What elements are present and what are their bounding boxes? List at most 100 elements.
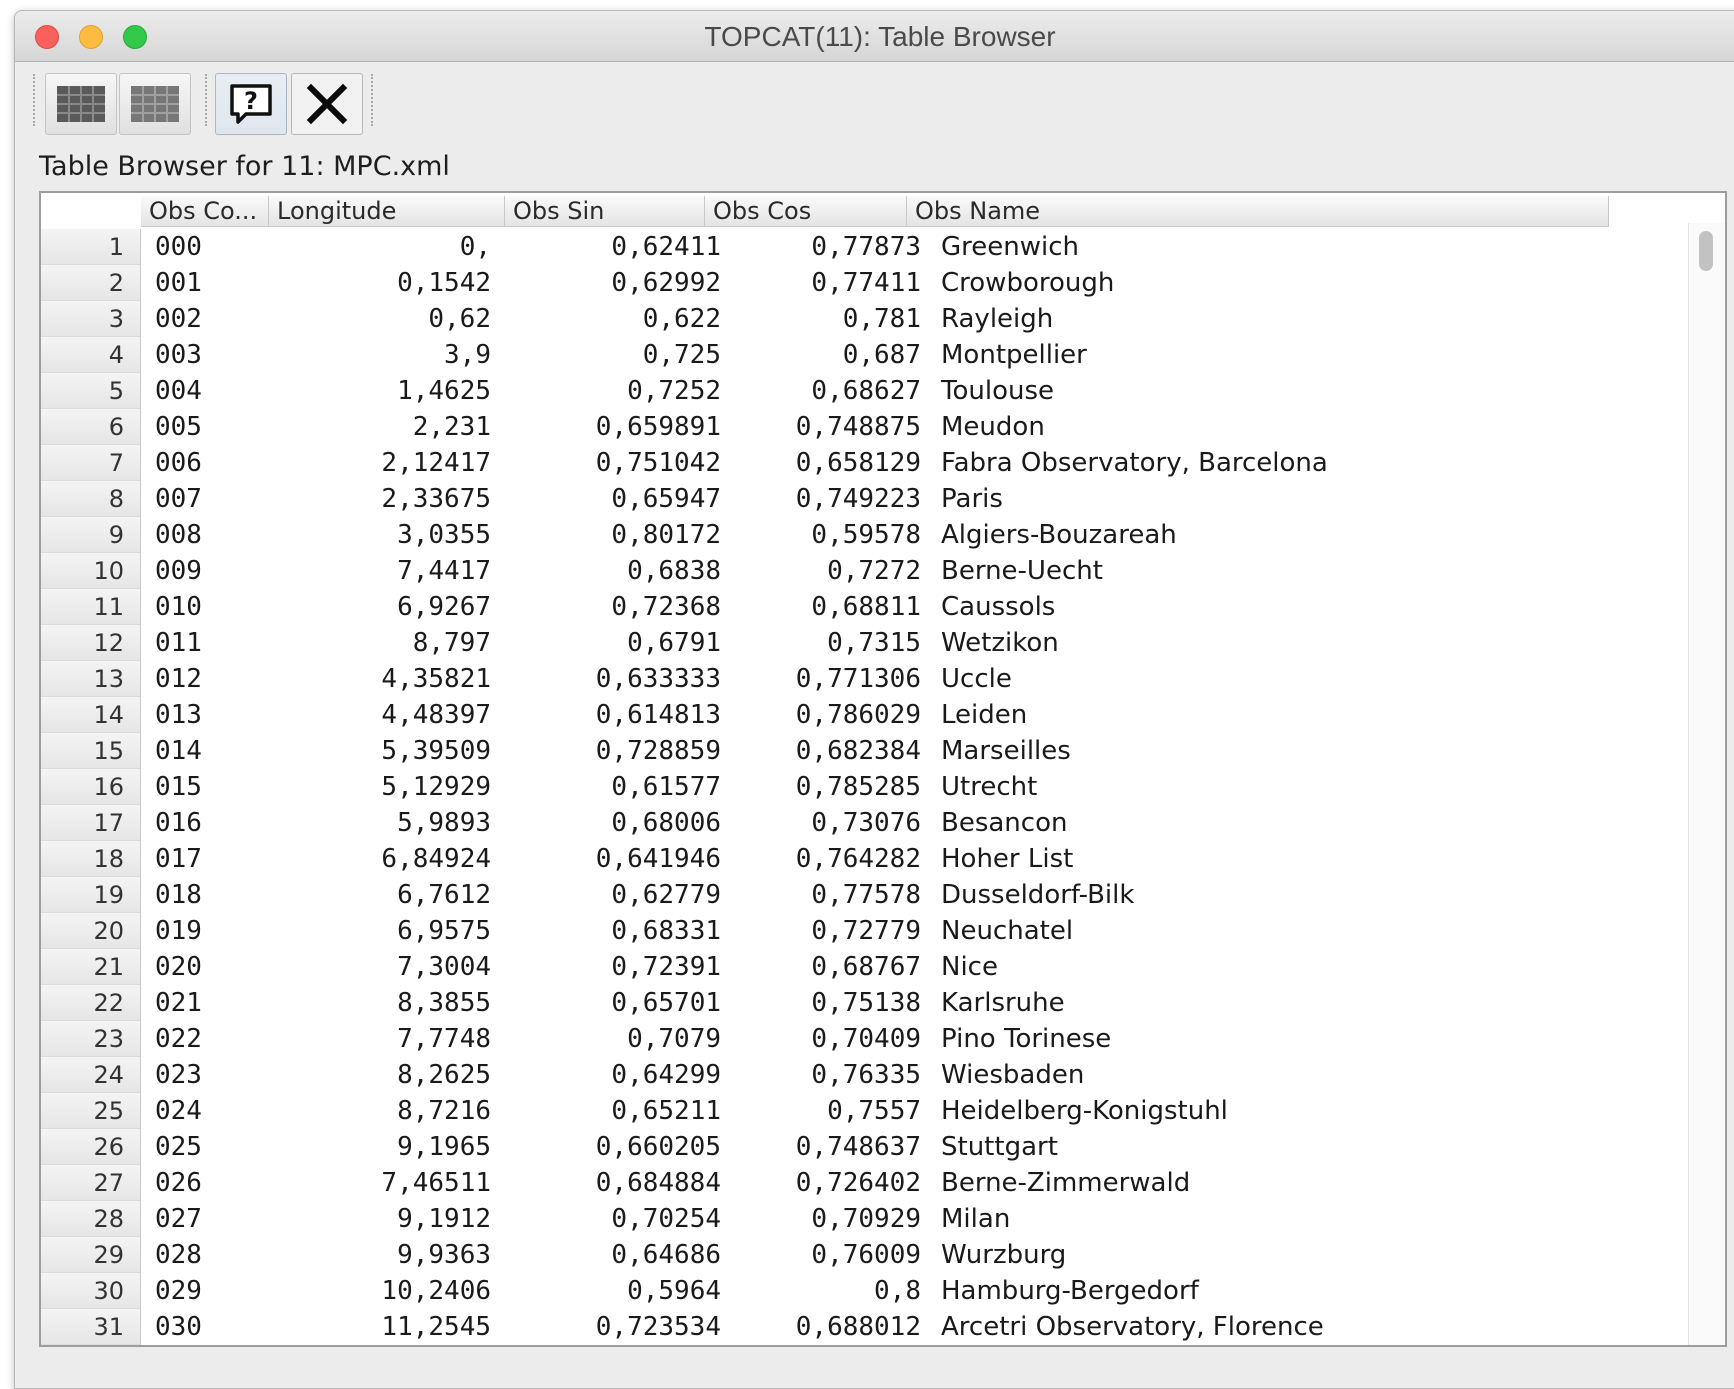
cell-longitude: 8,3855 [397,988,491,1018]
table-row[interactable]: 8 007 2,33675 0,65947 0,749223 Paris [41,481,1681,517]
cell-obs-code: 024 [155,1096,202,1126]
table-row[interactable]: 27 026 7,46511 0,684884 0,726402 Berne-Zimmer… [41,1165,1681,1201]
cell-obs-code: 025 [155,1132,202,1162]
cell-obs-name: Berne-Zimmerwald [941,1168,1191,1198]
table-row[interactable]: 12 011 8,797 0,6791 0,7315 Wetzikon [41,625,1681,661]
toolbar-grip[interactable] [205,74,211,126]
table-row[interactable]: 28 027 9,1912 0,70254 0,70929 Milan [41,1201,1681,1237]
cell-longitude: 8,2625 [397,1060,491,1090]
cell-obs-code: 008 [155,520,202,550]
cell-obs-name: Dusseldorf-Bilk [941,880,1135,910]
table-row[interactable]: 16 015 5,12929 0,61577 0,785285 Utrecht [41,769,1681,805]
cell-obs-cos: 0,68811 [811,592,921,622]
row-number: 12 [41,625,141,661]
toolbar: ? [15,62,1734,138]
table-header: Obs Co... Longitude Obs Sin Obs Cos Obs … [141,196,1609,227]
table-row[interactable]: 19 018 6,7612 0,62779 0,77578 Dusseldorf-Bilk [41,877,1681,913]
row-number: 7 [41,445,141,481]
row-number: 19 [41,877,141,913]
cell-longitude: 1,4625 [397,376,491,406]
column-header-longitude[interactable]: Longitude [269,196,505,226]
table-row[interactable]: 9 008 3,0355 0,80172 0,59578 Algiers-Bouzarea… [41,517,1681,553]
scrollbar-thumb[interactable] [1699,231,1713,271]
cell-obs-code: 002 [155,304,202,334]
toolbar-grip[interactable] [371,74,377,126]
row-number: 28 [41,1201,141,1237]
cell-obs-code: 014 [155,736,202,766]
table-row[interactable]: 4 003 3,9 0,725 0,687 Montpellier [41,337,1681,373]
table-row[interactable]: 18 017 6,84924 0,641946 0,764282 Hoher List [41,841,1681,877]
cell-obs-cos: 0,785285 [795,772,921,802]
cell-longitude: 5,12929 [381,772,491,802]
cell-obs-name: Stuttgart [941,1132,1058,1162]
row-number: 2 [41,265,141,301]
column-header-obs-name[interactable]: Obs Name [907,196,1609,226]
cell-obs-name: Caussols [941,592,1056,622]
row-number: 29 [41,1237,141,1273]
row-number: 17 [41,805,141,841]
help-button[interactable]: ? [215,73,287,135]
column-header-obs-code[interactable]: Obs Co... [141,196,269,226]
cell-longitude: 10,2406 [381,1276,491,1306]
row-number: 4 [41,337,141,373]
table-row[interactable]: 17 016 5,9893 0,68006 0,73076 Besancon [41,805,1681,841]
row-number: 10 [41,553,141,589]
table-row[interactable]: 25 024 8,7216 0,65211 0,7557 Heidelberg-Konig… [41,1093,1681,1129]
table-row[interactable]: 13 012 4,35821 0,633333 0,771306 Uccle [41,661,1681,697]
vertical-scrollbar[interactable] [1688,223,1725,1345]
cell-obs-name: Crowborough [941,268,1115,298]
table-row[interactable]: 10 009 7,4417 0,6838 0,7272 Berne-Uecht [41,553,1681,589]
table-row[interactable]: 31 030 11,2545 0,723534 0,688012 Arcetri Obse… [41,1309,1681,1345]
cell-obs-cos: 0,687 [842,340,921,370]
table-row[interactable]: 30 029 10,2406 0,5964 0,8 Hamburg-Bergedorf [41,1273,1681,1309]
cell-obs-cos: 0,70409 [811,1024,921,1054]
table-row[interactable]: 11 010 6,9267 0,72368 0,68811 Caussols [41,589,1681,625]
cell-longitude: 6,9575 [397,916,491,946]
title-bar[interactable]: TOPCAT(11): Table Browser [15,11,1734,62]
column-header-obs-cos[interactable]: Obs Cos [705,196,907,226]
row-number: 3 [41,301,141,337]
row-number: 31 [41,1309,141,1345]
data-table[interactable]: Obs Co... Longitude Obs Sin Obs Cos Obs … [39,191,1727,1347]
cell-obs-cos: 0,76335 [811,1060,921,1090]
cell-obs-cos: 0,748875 [795,412,921,442]
cell-longitude: 11,2545 [381,1312,491,1342]
table-row[interactable]: 21 020 7,3004 0,72391 0,68767 Nice [41,949,1681,985]
table-row[interactable]: 22 021 8,3855 0,65701 0,75138 Karlsruhe [41,985,1681,1021]
column-header-obs-sin[interactable]: Obs Sin [505,196,705,226]
cell-longitude: 3,9 [444,340,491,370]
table-row[interactable]: 7 006 2,12417 0,751042 0,658129 Fabra Observa… [41,445,1681,481]
cell-obs-code: 017 [155,844,202,874]
cell-obs-code: 013 [155,700,202,730]
cell-longitude: 0, [459,232,491,262]
cell-obs-cos: 0,7557 [827,1096,921,1126]
table-columns-button[interactable] [119,73,191,135]
table-row[interactable]: 2 001 0,1542 0,62992 0,77411 Crowborough [41,265,1681,301]
table-row[interactable]: 1 000 0, 0,62411 0,77873 Greenwich [41,229,1681,265]
table-row[interactable]: 24 023 8,2625 0,64299 0,76335 Wiesbaden [41,1057,1681,1093]
table-grid-icon [57,86,105,122]
table-row[interactable]: 15 014 5,39509 0,728859 0,682384 Marseilles [41,733,1681,769]
cell-obs-name: Greenwich [941,232,1079,262]
table-row[interactable]: 26 025 9,1965 0,660205 0,748637 Stuttgart [41,1129,1681,1165]
cell-obs-code: 004 [155,376,202,406]
cell-obs-cos: 0,68627 [811,376,921,406]
cell-longitude: 2,12417 [381,448,491,478]
row-number: 27 [41,1165,141,1201]
table-row[interactable]: 29 028 9,9363 0,64686 0,76009 Wurzburg [41,1237,1681,1273]
cell-obs-cos: 0,68767 [811,952,921,982]
cell-obs-cos: 0,682384 [795,736,921,766]
toolbar-grip[interactable] [33,74,39,126]
table-row[interactable]: 5 004 1,4625 0,7252 0,68627 Toulouse [41,373,1681,409]
cell-obs-code: 001 [155,268,202,298]
table-row[interactable]: 23 022 7,7748 0,7079 0,70409 Pino Torinese [41,1021,1681,1057]
close-browser-button[interactable] [291,73,363,135]
table-row[interactable]: 20 019 6,9575 0,68331 0,72779 Neuchatel [41,913,1681,949]
cell-obs-cos: 0,75138 [811,988,921,1018]
table-row[interactable]: 14 013 4,48397 0,614813 0,786029 Leiden [41,697,1681,733]
row-number: 9 [41,517,141,553]
row-number: 14 [41,697,141,733]
table-row[interactable]: 6 005 2,231 0,659891 0,748875 Meudon [41,409,1681,445]
table-row[interactable]: 3 002 0,62 0,622 0,781 Rayleigh [41,301,1681,337]
table-view-button[interactable] [45,73,117,135]
